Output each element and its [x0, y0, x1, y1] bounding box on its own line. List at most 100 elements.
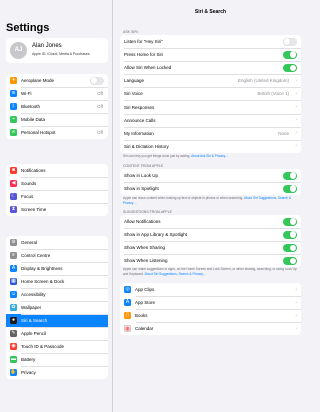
show-in-spotlight-toggle[interactable] [283, 184, 297, 193]
sidebar-item-apple-pencil[interactable]: ✎ Apple Pencil [6, 327, 108, 340]
brightness-icon: A [10, 265, 17, 272]
setting-row-siri-dictation-history[interactable]: Siri & Dictation History › [120, 139, 301, 153]
profile-name: Alan Jones [32, 43, 62, 49]
sidebar-item-wi-fi[interactable]: ≋ Wi-Fi Off [6, 87, 108, 100]
sidebar-item-value: Off [97, 104, 103, 109]
sidebar-item-label: Siri & Search [21, 318, 48, 323]
suggestions-header: SUGGESTIONS FROM APPLE [123, 210, 173, 214]
sidebar-item-touch-id-passcode[interactable]: ◉ Touch ID & Passcode [6, 340, 108, 353]
chevron-right-icon: › [295, 117, 297, 124]
profile-subtitle: Apple ID, iCloud, Media & Purchases [32, 52, 90, 56]
setting-row-show-in-look-up: Show in Look Up [120, 169, 301, 182]
setting-value: British (Voice 1) [257, 91, 289, 97]
sidebar-item-value: Off [97, 130, 103, 135]
setting-label: Allow Notifications [124, 219, 161, 225]
show-in-app-library-spotlight-toggle[interactable] [283, 230, 297, 239]
apple-id-profile[interactable]: AJ Alan Jones Apple ID, iCloud, Media & … [6, 38, 108, 63]
app-row-app-store[interactable]: A App Store › [120, 296, 301, 309]
sidebar-item-personal-hotspot[interactable]: ∞ Personal Hotspot Off [6, 126, 108, 139]
sidebar-item-battery[interactable]: ▬ Battery [6, 353, 108, 366]
setting-value: None [278, 130, 289, 136]
sidebar-item-label: Screen Time [21, 207, 47, 212]
chevron-right-icon: › [295, 143, 297, 150]
sidebar-item-wallpaper[interactable]: ✿ Wallpaper [6, 301, 108, 314]
setting-label: App Clips [135, 287, 155, 293]
sidebar-item-notifications[interactable]: ■ Notifications [6, 164, 108, 177]
show-in-look-up-toggle[interactable] [283, 171, 297, 180]
ask-siri-group: Listen for "Hey Siri" Press Home for Siri… [120, 35, 301, 153]
hotspot-icon: ∞ [10, 129, 17, 136]
setting-label: Show in App Library & Spotlight [124, 232, 188, 238]
listen-for-hey-siri-toggle[interactable] [283, 37, 297, 46]
settings-sidebar: Settings AJ Alan Jones Apple ID, iCloud,… [0, 0, 113, 412]
ask-siri-privacy-link[interactable]: About Ask Siri & Privacy… [191, 154, 228, 158]
sidebar-item-privacy[interactable]: ✋ Privacy [6, 366, 108, 379]
suggestions-privacy-link[interactable]: About Siri Suggestions, Search & Privacy… [144, 272, 206, 276]
sidebar-item-control-centre[interactable]: ≡ Control Centre [6, 249, 108, 262]
setting-label: Siri & Dictation History [124, 143, 169, 149]
show-when-sharing-toggle[interactable] [283, 243, 297, 252]
setting-row-language[interactable]: Language English (United Kingdom) › [120, 74, 301, 87]
content-header: CONTENT FROM APPLE [123, 164, 164, 168]
app-row-app-clips[interactable]: ◎ App Clips › [120, 283, 301, 296]
setting-row-allow-siri-when-locked: Allow Siri When Locked [120, 61, 301, 74]
sidebar-title: Settings [6, 22, 50, 34]
setting-label: Show When Sharing [124, 245, 166, 251]
sidebar-item-accessibility[interactable]: ☺ Accessibility [6, 288, 108, 301]
gear-icon: ⚙ [10, 239, 17, 246]
content-footer: Apple can show content when looking up t… [123, 196, 301, 205]
sidebar-item-sounds[interactable]: ◀ Sounds [6, 177, 108, 190]
speaker-icon: ◀ [10, 180, 17, 187]
allow-notifications-toggle[interactable] [283, 217, 297, 226]
sidebar-item-label: Mobile Data [21, 117, 46, 122]
setting-label: Language [124, 78, 145, 84]
bluetooth-icon: ᛒ [10, 103, 17, 110]
chevron-right-icon: › [295, 286, 297, 293]
sidebar-item-mobile-data[interactable]: ⌁ Mobile Data [6, 113, 108, 126]
content-footer-text: Apple can show content when looking up t… [123, 196, 244, 200]
sidebar-item-label: Display & Brightness [21, 266, 63, 271]
sidebar-item-aeroplane-mode[interactable]: ✈ Aeroplane Mode [6, 74, 108, 87]
app-row-books[interactable]: ▯ Books › [120, 309, 301, 322]
sidebar-item-display-brightness[interactable]: A Display & Brightness [6, 262, 108, 275]
ask-siri-header: ASK SIRI [123, 30, 138, 34]
chevron-right-icon: › [295, 104, 297, 111]
calendar-icon: ▦ [124, 325, 131, 333]
aeroplane-mode-toggle[interactable] [90, 76, 104, 85]
sidebar-item-bluetooth[interactable]: ᛒ Bluetooth Off [6, 100, 108, 113]
setting-row-siri-responses[interactable]: Siri Responses › [120, 100, 301, 113]
sidebar-item-siri-search[interactable]: ● Siri & Search [6, 314, 108, 327]
battery-icon: ▬ [10, 356, 17, 363]
sidebar-item-label: Wallpaper [21, 305, 42, 310]
content-group: Show in Look Up Show in Spotlight [120, 169, 301, 196]
setting-row-siri-voice[interactable]: Siri Voice British (Voice 1) › [120, 87, 301, 100]
sidebar-item-label: Control Centre [21, 253, 51, 258]
show-when-listening-toggle[interactable] [283, 256, 297, 265]
home-screen-icon: ▦ [10, 278, 17, 285]
sidebar-item-focus[interactable]: ☾ Focus [6, 190, 108, 203]
hourglass-icon: ⧗ [10, 206, 17, 213]
sidebar-group-notifications: ■ Notifications ◀ Sounds ☾ Focus ⧗ Screen Time [6, 164, 108, 216]
press-home-for-siri-toggle[interactable] [283, 50, 297, 59]
setting-row-show-when-sharing: Show When Sharing [120, 241, 301, 254]
sidebar-item-screen-time[interactable]: ⧗ Screen Time [6, 203, 108, 216]
suggestions-footer: Apple can make suggestions in apps, on t… [123, 267, 301, 276]
setting-row-announce-calls[interactable]: Announce Calls › [120, 113, 301, 127]
suggestions-group: Allow Notifications Show in App Library &… [120, 215, 301, 268]
siri-icon: ● [10, 317, 17, 324]
setting-row-my-information[interactable]: My Information None › [120, 126, 301, 140]
sidebar-item-home-screen-dock[interactable]: ▦ Home Screen & Dock [6, 275, 108, 288]
sidebar-item-label: General [21, 240, 38, 245]
sidebar-item-label: Touch ID & Passcode [21, 344, 65, 349]
accessibility-icon: ☺ [10, 291, 17, 298]
setting-label: Listen for "Hey Siri" [124, 39, 163, 45]
sidebar-group-general: ⚙ General ≡ Control Centre A Display & Bright… [6, 236, 108, 379]
sidebar-item-label: Focus [21, 194, 34, 199]
app-clips-icon: ◎ [124, 286, 131, 294]
sidebar-item-label: Wi-Fi [21, 91, 32, 96]
sidebar-item-label: Sounds [21, 181, 37, 186]
sidebar-item-general[interactable]: ⚙ General [6, 236, 108, 249]
app-row-calendar[interactable]: ▦ Calendar › [120, 322, 301, 335]
allow-siri-when-locked-toggle[interactable] [283, 63, 297, 72]
setting-label: Show in Spotlight [124, 186, 159, 192]
